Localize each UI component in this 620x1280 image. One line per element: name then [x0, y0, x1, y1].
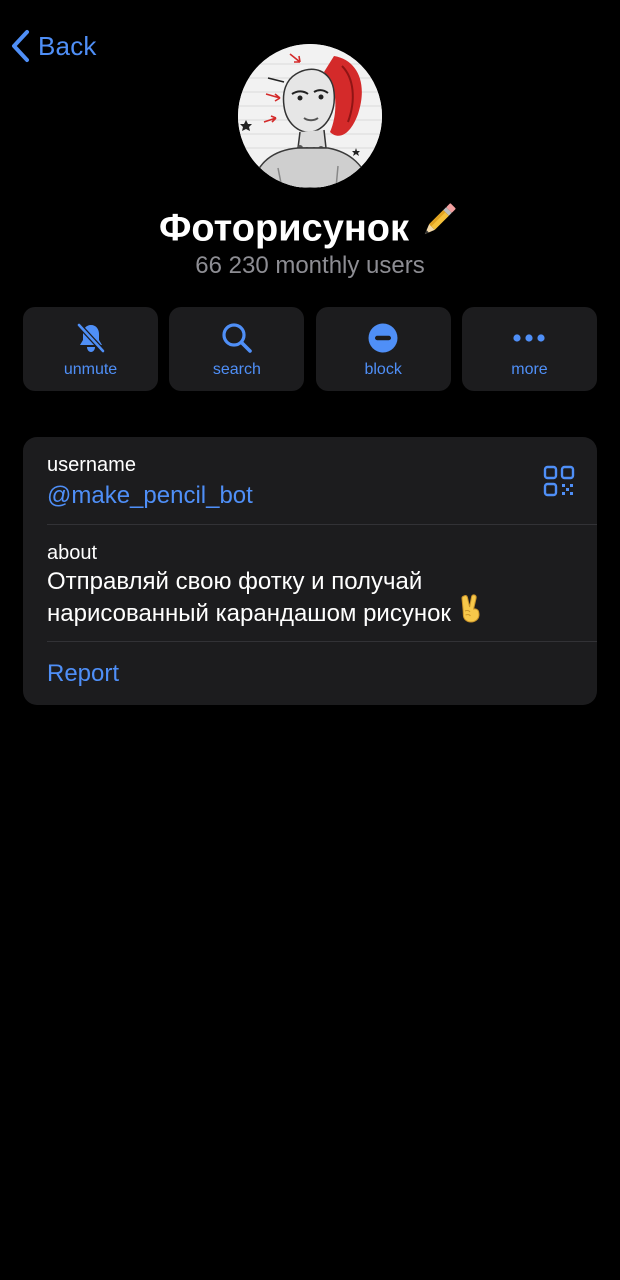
divider — [47, 524, 597, 525]
more-icon — [513, 334, 546, 342]
username-value[interactable]: @make_pencil_bot — [47, 481, 253, 511]
report-button[interactable]: Report — [47, 659, 119, 689]
monthly-users-count: 66 230 monthly users — [195, 252, 425, 279]
about-text: Отправляй свою фотку и получай нарисован… — [47, 567, 567, 633]
unmute-label: unmute — [63, 361, 118, 378]
username-label: username — [47, 454, 136, 476]
action-buttons-row: unmute search block more — [23, 307, 597, 391]
block-button[interactable]: block — [315, 307, 451, 391]
about-line-1: Отправляй свою фотку и получай — [47, 568, 423, 595]
back-label: Back — [38, 30, 97, 61]
search-icon — [222, 323, 252, 353]
about-line-2: нарисованный карандашом рисунок — [47, 599, 451, 627]
pencil-emoji-icon — [417, 198, 461, 255]
qr-code-button[interactable] — [543, 465, 575, 497]
divider — [47, 641, 597, 642]
block-label: block — [364, 361, 402, 378]
search-button[interactable]: search — [169, 307, 305, 391]
profile-name: Фоторисунок — [158, 207, 410, 250]
chevron-left-icon — [12, 30, 29, 62]
more-label: more — [511, 361, 548, 378]
avatar-pencil-portrait-image — [238, 44, 382, 188]
victory-hand-icon — [457, 593, 485, 630]
more-button[interactable]: more — [461, 307, 597, 391]
avatar[interactable] — [238, 44, 382, 188]
bell-slash-icon — [76, 322, 105, 354]
about-label: about — [47, 542, 98, 564]
back-button[interactable]: Back — [10, 26, 97, 66]
qr-code-icon — [543, 465, 575, 497]
block-icon — [368, 323, 398, 353]
search-label: search — [212, 361, 261, 378]
info-card: username @make_pencil_bot about Отправля… — [23, 437, 597, 705]
unmute-button[interactable]: unmute — [23, 307, 158, 391]
username-row[interactable]: username @make_pencil_bot — [23, 437, 597, 524]
